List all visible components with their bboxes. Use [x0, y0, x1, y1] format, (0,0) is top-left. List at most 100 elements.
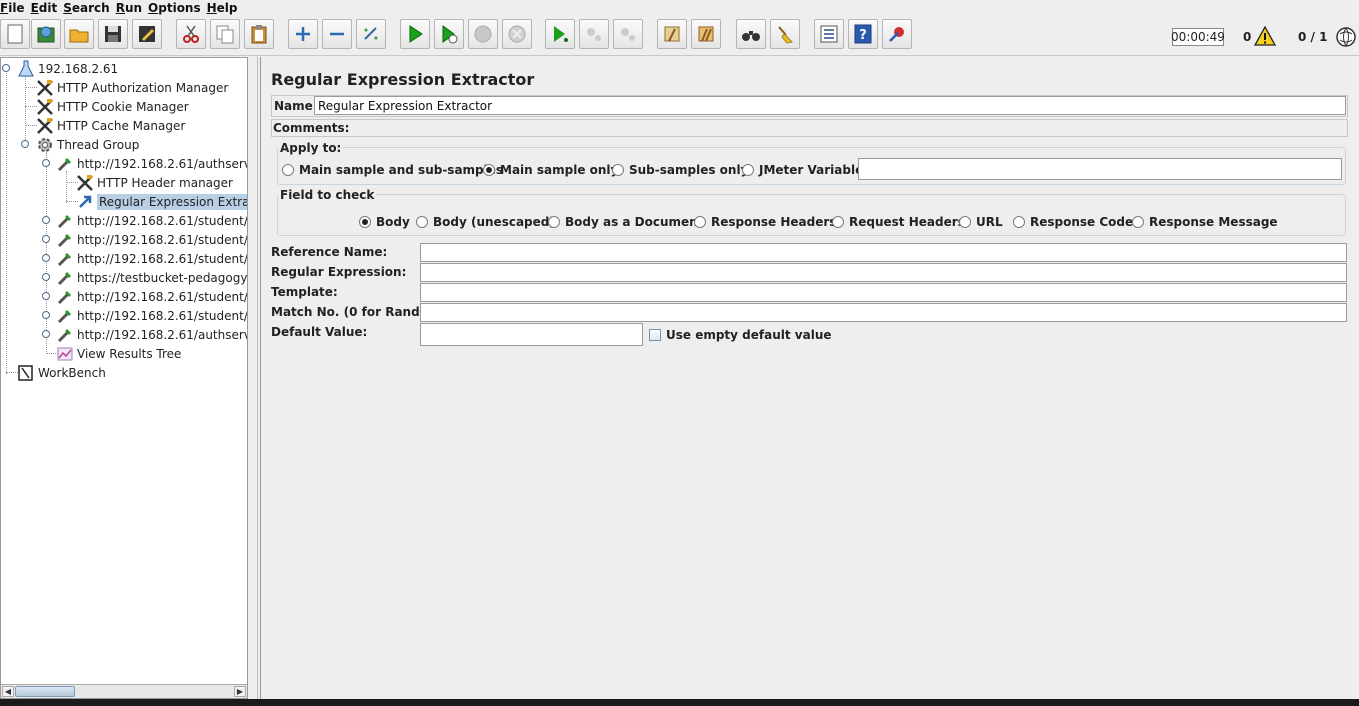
tree-item-sampler-student-3[interactable]: http://192.168.2.61/student/cou	[56, 249, 247, 268]
start-button[interactable]	[400, 19, 430, 49]
tree-item-http-header-manager[interactable]: HTTP Header manager	[76, 173, 233, 192]
save-disk-icon	[105, 26, 121, 42]
svg-text:?: ?	[859, 28, 867, 43]
shutdown-icon	[508, 25, 526, 43]
field-request-headers-radio[interactable]: Request Headers	[832, 215, 965, 229]
regular-expression-label: Regular Expression:	[271, 265, 407, 279]
field-response-message-radio[interactable]: Response Message	[1132, 215, 1278, 229]
plugins-button[interactable]	[882, 19, 912, 49]
field-to-check-legend: Field to check	[278, 188, 377, 202]
stop-button[interactable]	[468, 19, 498, 49]
tree-item-sampler-student-1[interactable]: http://192.168.2.61/student/cou	[56, 211, 247, 230]
open-button[interactable]	[64, 19, 94, 49]
reference-name-input[interactable]	[420, 243, 1347, 262]
scroll-left-icon[interactable]: ◀	[2, 686, 14, 697]
default-value-label: Default Value:	[271, 325, 368, 339]
menu-file[interactable]: File	[0, 1, 31, 15]
clear-all-button[interactable]	[691, 19, 721, 49]
warning-icon[interactable]	[1254, 26, 1276, 46]
save-as-button[interactable]	[132, 19, 162, 49]
save-button[interactable]	[98, 19, 128, 49]
tree-horizontal-scrollbar[interactable]: ◀ ▶	[1, 684, 247, 698]
scroll-thumb[interactable]	[15, 686, 75, 697]
jmeter-variable-input[interactable]	[858, 158, 1342, 180]
menu-run[interactable]: Run	[116, 1, 148, 15]
template-input[interactable]	[420, 283, 1347, 302]
tree-item-label: HTTP Authorization Manager	[57, 80, 229, 95]
help-button[interactable]: ?	[848, 19, 878, 49]
tree-item-regular-expression-extractor[interactable]: Regular Expression Extract	[76, 192, 247, 211]
field-body-document-radio[interactable]: Body as a Document	[548, 215, 703, 229]
apply-sub-only-radio[interactable]: Sub-samples only	[612, 163, 748, 177]
apply-main-and-sub-radio[interactable]: Main sample and sub-samples	[282, 163, 503, 177]
tree-item-label: HTTP Header manager	[97, 175, 233, 190]
tree-item-sampler-testbucket[interactable]: https://testbucket-pedagogy-stu	[56, 268, 247, 287]
test-plan-tree[interactable]: 192.168.2.61 HTTP Authorization Manager …	[0, 57, 248, 699]
field-body-radio[interactable]: Body	[359, 215, 410, 229]
name-input[interactable]	[314, 96, 1346, 115]
field-response-code-radio[interactable]: Response Code	[1013, 215, 1133, 229]
new-button[interactable]	[0, 19, 30, 49]
shutdown-button[interactable]	[502, 19, 532, 49]
tree-item-sampler-student-4[interactable]: http://192.168.2.61/student/cou	[56, 287, 247, 306]
use-empty-default-checkbox[interactable]: Use empty default value	[649, 328, 832, 342]
apply-jmeter-variable-radio[interactable]: JMeter Variable	[742, 163, 863, 177]
page-title: Regular Expression Extractor	[271, 70, 535, 89]
function-helper-button[interactable]	[814, 19, 844, 49]
menu-run-label: un	[124, 0, 143, 15]
tree-item-http-authorization-manager[interactable]: HTTP Authorization Manager	[36, 78, 228, 97]
remote-shutdown-button[interactable]	[613, 19, 643, 49]
panel-splitter[interactable]	[249, 57, 258, 699]
reset-search-button[interactable]	[770, 19, 800, 49]
tree-item-sampler-student-5[interactable]: http://192.168.2.61/student/cou	[56, 306, 248, 325]
elapsed-timer: 00:00:49	[1171, 28, 1225, 46]
start-no-timers-button[interactable]	[434, 19, 464, 49]
tree-item-http-cookie-manager[interactable]: HTTP Cookie Manager	[36, 97, 189, 116]
radio-label: URL	[976, 215, 1003, 229]
cut-button[interactable]	[176, 19, 206, 49]
tree-item-test-plan[interactable]: 192.168.2.61	[17, 59, 118, 78]
broom-icon	[778, 26, 794, 44]
scroll-right-icon[interactable]: ▶	[234, 686, 246, 697]
copy-button[interactable]	[210, 19, 240, 49]
paste-button[interactable]	[244, 19, 274, 49]
search-button[interactable]	[736, 19, 766, 49]
tree-item-http-cache-manager[interactable]: HTTP Cache Manager	[36, 116, 185, 135]
apply-main-only-radio[interactable]: Main sample only	[483, 163, 618, 177]
name-row: Name:	[271, 95, 1348, 117]
remote-start-button[interactable]	[545, 19, 575, 49]
field-body-unescaped-radio[interactable]: Body (unescaped)	[416, 215, 555, 229]
field-response-headers-radio[interactable]: Response Headers	[694, 215, 836, 229]
menu-edit[interactable]: Edit	[31, 1, 64, 15]
regular-expression-input[interactable]	[420, 263, 1347, 282]
tree-item-thread-group[interactable]: Thread Group	[36, 135, 139, 154]
tree-item-sampler-authserver-2[interactable]: http://192.168.2.61/authserver/a	[56, 325, 247, 344]
sampler-pipette-icon	[57, 309, 71, 323]
tree-item-label: Thread Group	[57, 137, 140, 152]
tree-item-workbench[interactable]: WorkBench	[17, 363, 106, 382]
templates-icon	[37, 26, 55, 43]
config-tools-icon	[37, 117, 53, 134]
thread-group-gear-icon	[38, 137, 52, 152]
clear-button[interactable]	[657, 19, 687, 49]
tree-item-sampler-student-2[interactable]: http://192.168.2.61/student/cou	[56, 230, 247, 249]
templates-button[interactable]	[31, 19, 61, 49]
remote-play-icon	[554, 26, 568, 42]
remote-stop-button[interactable]	[579, 19, 609, 49]
menu-help[interactable]: Help	[207, 1, 244, 15]
match-no-input[interactable]	[420, 303, 1347, 322]
tree-item-label: http://192.168.2.61/student/cou	[77, 308, 248, 323]
collapse-all-button[interactable]	[322, 19, 352, 49]
default-value-input[interactable]	[420, 323, 643, 346]
menu-help-mnemonic: H	[206, 0, 217, 15]
checkbox-box[interactable]	[649, 329, 661, 341]
menu-options[interactable]: Options	[148, 1, 207, 15]
plugins-icon	[889, 27, 904, 42]
toggle-button[interactable]	[356, 19, 386, 49]
menu-search[interactable]: Search	[63, 1, 115, 15]
field-url-radio[interactable]: URL	[959, 215, 1003, 229]
expand-all-button[interactable]	[288, 19, 318, 49]
tree-item-sampler-authserver[interactable]: http://192.168.2.61/authserver/o	[56, 154, 247, 173]
binoculars-icon	[742, 31, 760, 41]
tree-item-view-results-tree[interactable]: View Results Tree	[56, 344, 181, 363]
